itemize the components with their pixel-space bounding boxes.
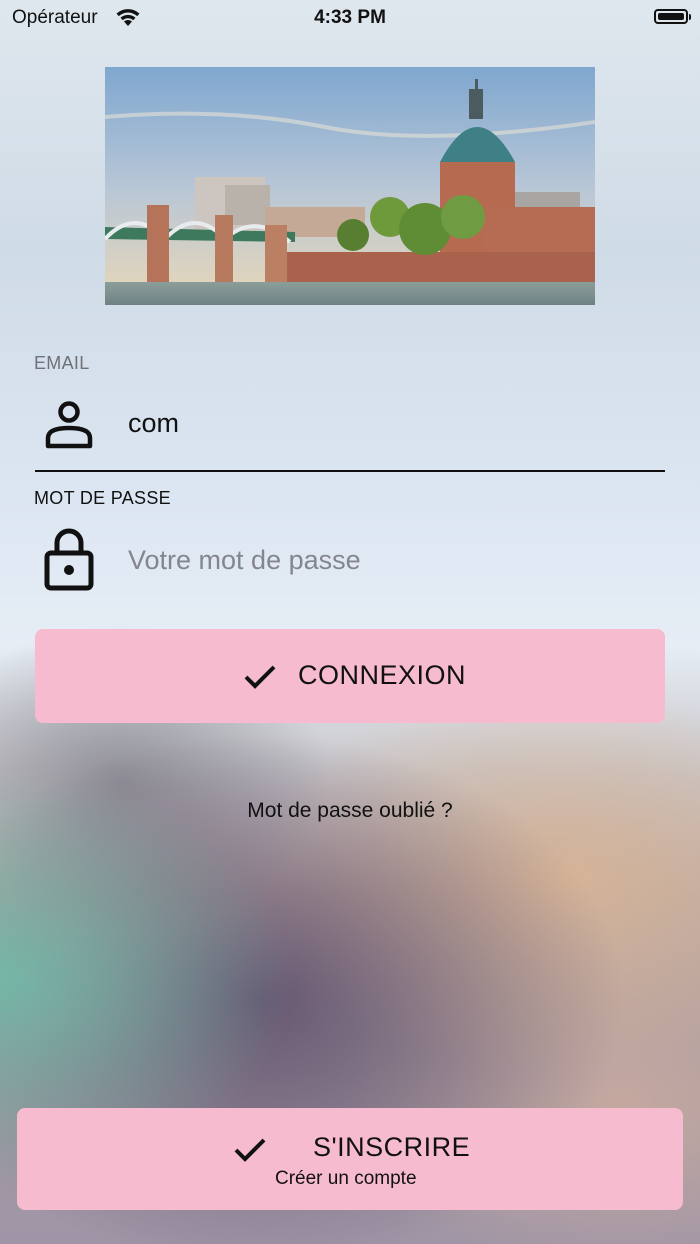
lock-icon — [44, 528, 94, 591]
status-bar: Opérateur 4:33 PM — [0, 0, 700, 36]
login-button-label: CONNEXION — [298, 660, 467, 690]
password-field[interactable] — [128, 540, 648, 580]
register-button-label: S'INSCRIRE — [313, 1132, 471, 1162]
email-label: EMAIL — [34, 353, 90, 373]
password-label: MOT DE PASSE — [34, 488, 171, 508]
battery-icon — [654, 9, 691, 24]
login-button[interactable]: CONNEXION — [35, 629, 665, 723]
email-underline — [35, 470, 665, 472]
clock: 4:33 PM — [314, 7, 386, 28]
checkmark-icon — [234, 1138, 266, 1162]
register-button[interactable]: S'INSCRIRE Créer un compte — [17, 1108, 683, 1210]
forgot-password-link[interactable]: Mot de passe oublié ? — [0, 799, 700, 823]
checkmark-icon — [244, 665, 276, 689]
email-field[interactable]: com — [128, 408, 179, 439]
person-icon — [45, 401, 93, 449]
toulouse-photo — [105, 67, 595, 305]
register-button-sublabel: Créer un compte — [275, 1168, 417, 1189]
